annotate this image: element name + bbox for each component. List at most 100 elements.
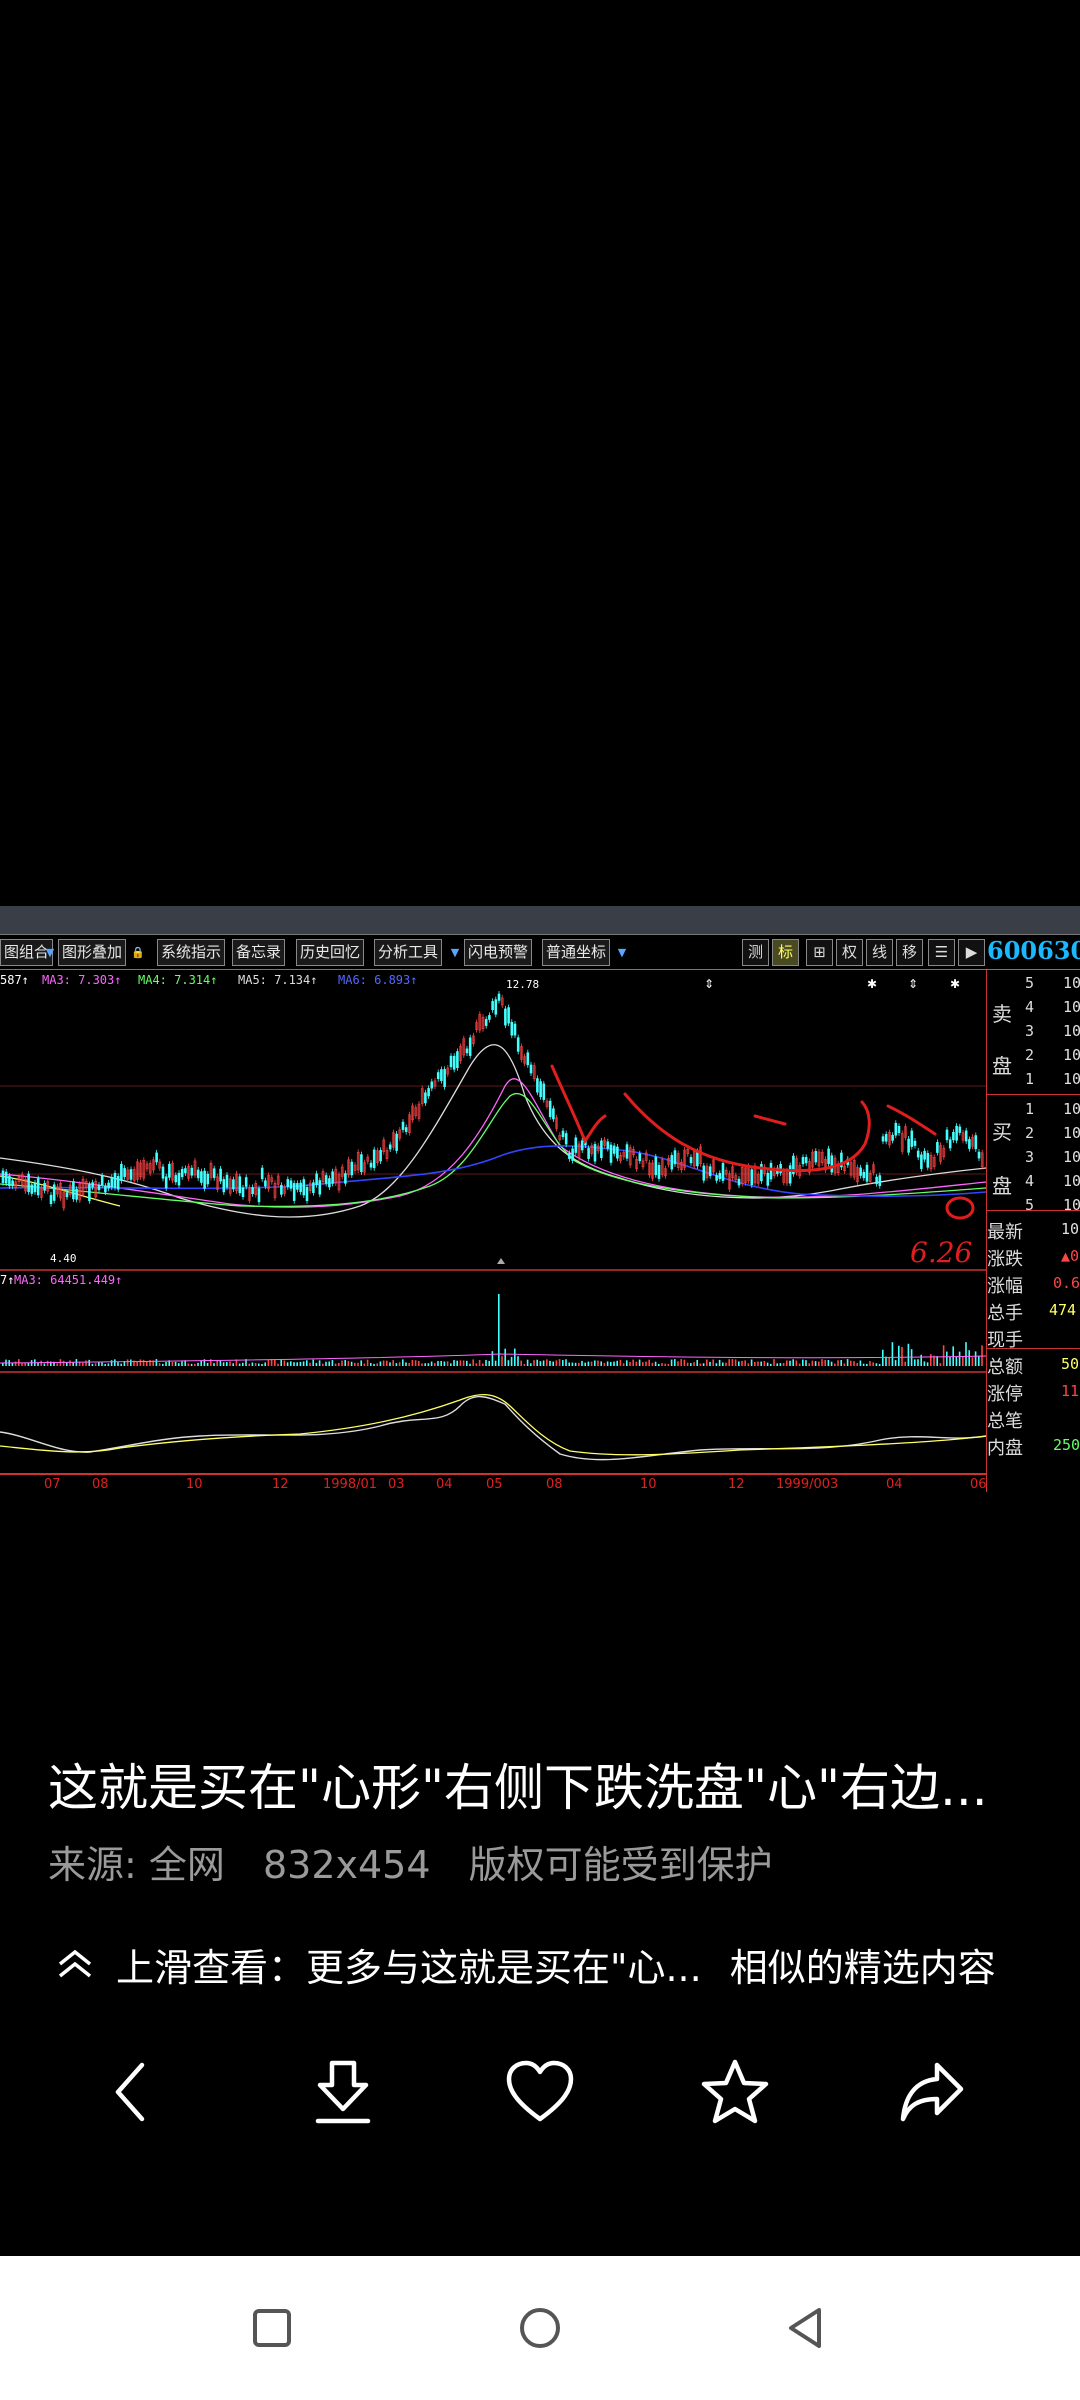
volume-bar bbox=[379, 1361, 382, 1366]
volume-bar bbox=[728, 1359, 730, 1366]
x-tick-label: 03 bbox=[388, 1477, 405, 1492]
candle-body bbox=[424, 1092, 427, 1104]
swipe-up-hint[interactable]: 上滑查看：更多与这就是买在"心... 相似的精选内容 bbox=[50, 1934, 996, 1994]
candle-body bbox=[571, 1148, 574, 1161]
stock-chart-image[interactable]: 图组合 ▼ 图形叠加 🔒 系统指示 备忘录 历史回忆 分析工具 ▼ 闪电预警 普… bbox=[0, 906, 1080, 1492]
candle-body bbox=[379, 1150, 382, 1162]
volume-bar bbox=[114, 1359, 116, 1366]
volume-bar bbox=[392, 1360, 394, 1366]
candle-body bbox=[894, 1122, 898, 1136]
info-value: 10 bbox=[1061, 1220, 1080, 1238]
volume-bar bbox=[782, 1362, 785, 1366]
volume-bar bbox=[357, 1362, 359, 1366]
candle-body bbox=[657, 1165, 661, 1179]
volume-bar bbox=[370, 1363, 372, 1366]
recent-apps-button[interactable] bbox=[242, 2298, 302, 2358]
volume-bar bbox=[974, 1351, 977, 1366]
candle-body bbox=[702, 1165, 706, 1181]
sell-level: 2 bbox=[1025, 1046, 1035, 1064]
nav-back-button[interactable] bbox=[775, 2298, 835, 2358]
candle-body bbox=[737, 1178, 741, 1186]
info-label: 总额 bbox=[987, 1357, 1023, 1378]
volume-bar bbox=[475, 1363, 478, 1366]
handwritten-note: 6.26 bbox=[910, 1236, 972, 1269]
volume-bar bbox=[738, 1361, 740, 1366]
candle-body bbox=[452, 1055, 456, 1070]
volume-bar bbox=[72, 1362, 74, 1366]
share-button[interactable] bbox=[892, 2052, 972, 2132]
volume-bar bbox=[930, 1354, 932, 1366]
favorite-button[interactable] bbox=[695, 2052, 775, 2132]
candle-body bbox=[750, 1169, 754, 1186]
volume-bar bbox=[907, 1343, 910, 1366]
volume-bar bbox=[754, 1361, 756, 1366]
x-tick-label: 04 bbox=[436, 1477, 453, 1492]
volume-bar bbox=[539, 1361, 542, 1366]
volume-bar bbox=[200, 1360, 202, 1366]
volume-bar bbox=[120, 1363, 122, 1366]
candle-body bbox=[164, 1176, 168, 1189]
sell-price: 10 bbox=[1063, 1022, 1080, 1040]
volume-bar bbox=[613, 1361, 615, 1366]
candle-body bbox=[449, 1055, 453, 1068]
volume-bar bbox=[846, 1359, 849, 1366]
volume-bar bbox=[568, 1362, 570, 1366]
volume-bar bbox=[462, 1360, 465, 1366]
candle-body bbox=[625, 1144, 629, 1159]
volume-bar bbox=[453, 1360, 455, 1366]
volume-bar bbox=[517, 1356, 519, 1366]
info-label: 最新 bbox=[987, 1222, 1023, 1243]
candle-body bbox=[561, 1130, 565, 1138]
candle-body bbox=[926, 1153, 930, 1168]
candle-body bbox=[465, 1048, 469, 1054]
volume-bar bbox=[731, 1359, 734, 1366]
volume-bar bbox=[642, 1362, 644, 1366]
volume-bar bbox=[558, 1359, 561, 1366]
x-tick-label: 07 bbox=[44, 1477, 61, 1492]
candle-body bbox=[696, 1151, 699, 1167]
volume-bar bbox=[750, 1359, 753, 1366]
volume-bar bbox=[866, 1363, 868, 1366]
back-button[interactable] bbox=[92, 2052, 172, 2132]
system-nav-bar bbox=[0, 2256, 1080, 2400]
candle-body bbox=[292, 1183, 296, 1201]
candle-body bbox=[907, 1138, 910, 1153]
candle-body bbox=[708, 1166, 712, 1177]
like-button[interactable] bbox=[500, 2052, 580, 2132]
volume-bar bbox=[664, 1363, 666, 1366]
volume-bar bbox=[242, 1362, 244, 1366]
image-title[interactable]: 这就是买在"心形"右侧下跌洗盘"心"右边... bbox=[48, 1748, 1038, 1820]
candle-body bbox=[814, 1151, 818, 1163]
candle-body bbox=[110, 1177, 114, 1188]
volume-bar bbox=[251, 1362, 254, 1366]
candle-body bbox=[305, 1187, 309, 1202]
volume-bar bbox=[139, 1359, 142, 1366]
volume-bar bbox=[325, 1361, 327, 1366]
x-tick-label: 05 bbox=[486, 1477, 503, 1492]
info-value: 0.6 bbox=[1053, 1274, 1080, 1292]
home-button[interactable] bbox=[510, 2298, 570, 2358]
x-tick-label: 04 bbox=[886, 1477, 903, 1492]
volume-bar bbox=[821, 1359, 823, 1366]
volume-bar bbox=[949, 1356, 951, 1366]
volume-bar bbox=[859, 1360, 862, 1366]
volume-bar bbox=[533, 1360, 535, 1366]
volume-bar bbox=[382, 1360, 385, 1366]
volume-bar bbox=[904, 1361, 906, 1366]
candle-body bbox=[552, 1108, 555, 1120]
download-button[interactable] bbox=[303, 2052, 383, 2132]
candle-body bbox=[97, 1184, 101, 1191]
volume-bar bbox=[776, 1363, 778, 1366]
volume-bar bbox=[482, 1363, 484, 1366]
candle-body bbox=[369, 1162, 373, 1168]
volume-bar bbox=[181, 1361, 183, 1366]
candle-body bbox=[881, 1136, 885, 1142]
candle-body bbox=[958, 1126, 962, 1133]
x-tick-label: 08 bbox=[92, 1477, 109, 1492]
volume-bar bbox=[706, 1359, 708, 1366]
volume-bar bbox=[69, 1360, 71, 1366]
volume-bar bbox=[885, 1356, 887, 1366]
info-label: 总笔 bbox=[987, 1411, 1023, 1432]
volume-bar bbox=[658, 1363, 660, 1366]
download-icon bbox=[315, 2060, 371, 2124]
